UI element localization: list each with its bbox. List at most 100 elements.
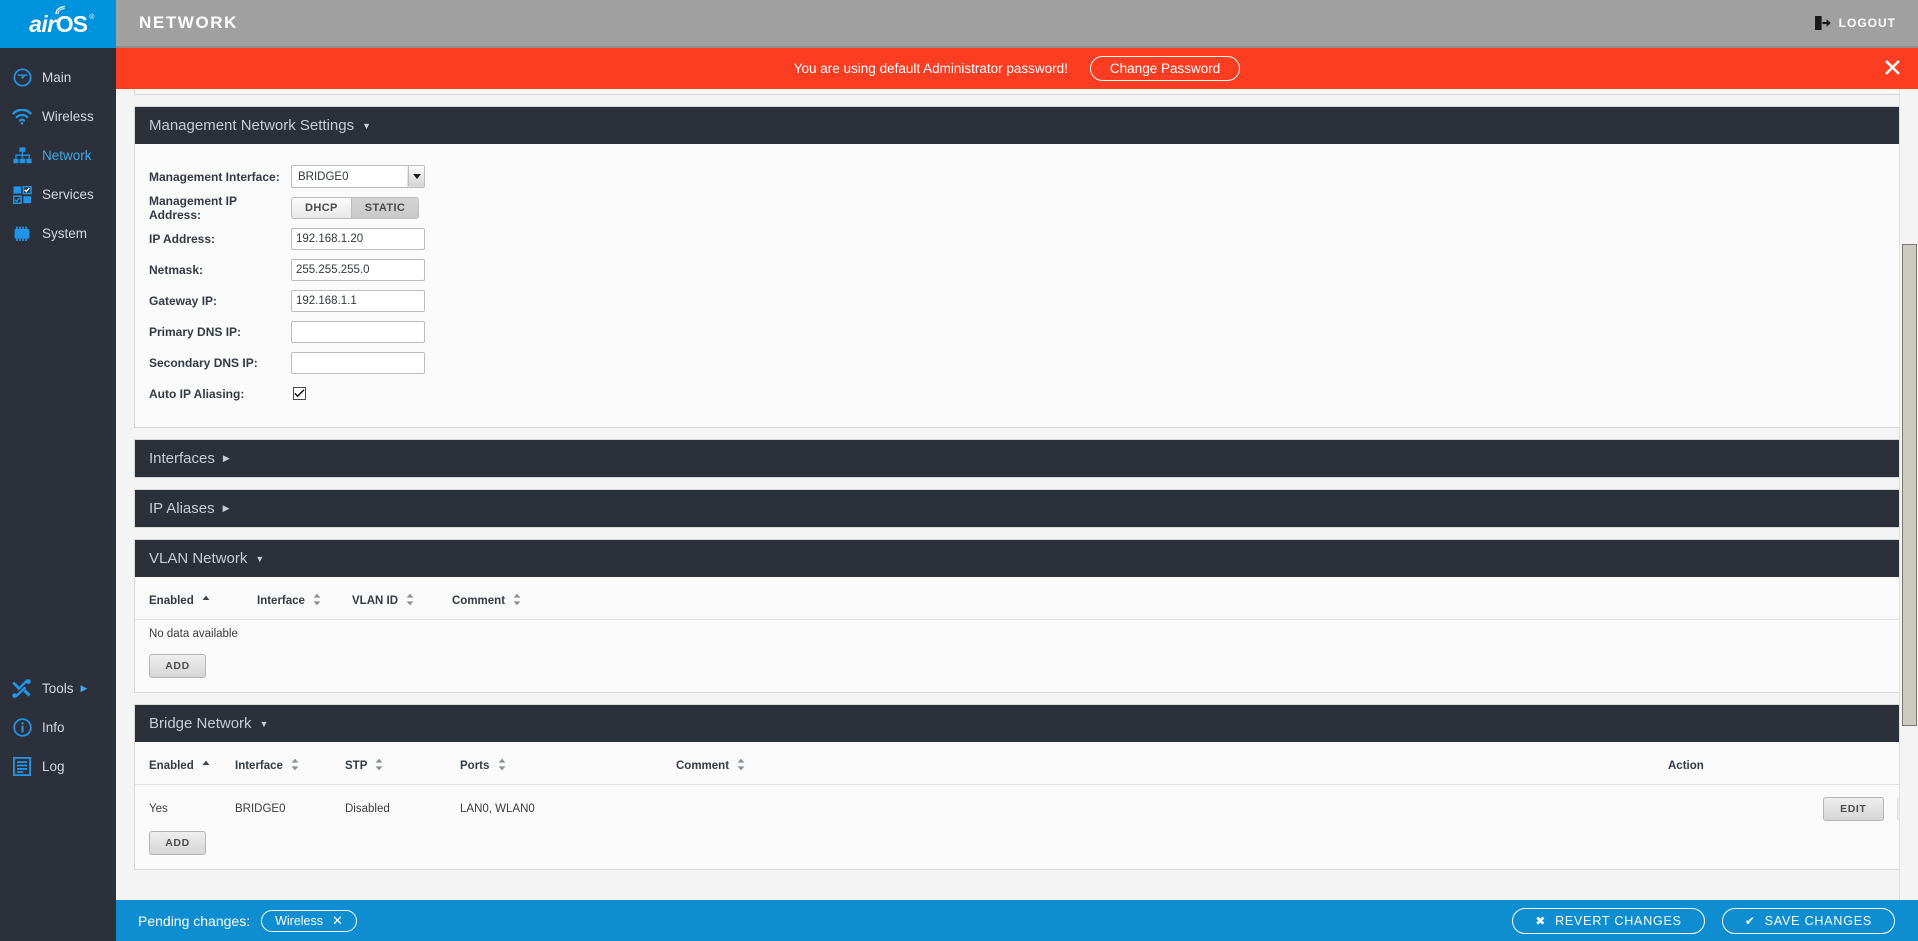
auto-ip-aliasing-checkbox[interactable] bbox=[293, 387, 306, 400]
chevron-down-icon: ▼ bbox=[362, 120, 372, 131]
column-label: Enabled bbox=[149, 760, 194, 773]
field-row-auto-ip-aliasing: Auto IP Aliasing: bbox=[135, 378, 1918, 409]
tools-icon bbox=[11, 678, 33, 700]
column-label: VLAN ID bbox=[352, 595, 398, 608]
sort-icon bbox=[406, 593, 414, 609]
bottom-actions: ✖ REVERT CHANGES ✔ SAVE CHANGES bbox=[1495, 907, 1895, 934]
bridge-add-button[interactable]: ADD bbox=[149, 831, 206, 855]
field-row-primary-dns: Primary DNS IP: bbox=[135, 316, 1918, 347]
gateway-ip-input[interactable] bbox=[291, 289, 425, 312]
cell-enabled: Yes bbox=[149, 803, 168, 815]
field-row-management-ip-address-mode: Management IP Address: DHCP STATIC bbox=[135, 192, 1918, 223]
label-netmask: Netmask: bbox=[149, 262, 204, 277]
panel-title: Management Network Settings bbox=[149, 117, 355, 134]
column-header-ports[interactable]: Ports bbox=[460, 754, 676, 785]
sidebar-item-services[interactable]: Services bbox=[0, 175, 116, 214]
panel-header-ip-aliases[interactable]: IP Aliases ▶ bbox=[135, 490, 1918, 527]
revert-changes-button[interactable]: ✖ REVERT CHANGES bbox=[1512, 907, 1705, 934]
panel-header-vlan-network[interactable]: VLAN Network ▼ bbox=[135, 540, 1918, 577]
static-toggle-button[interactable]: STATIC bbox=[351, 196, 420, 219]
column-label: Interface bbox=[257, 595, 305, 608]
column-label: Ports bbox=[460, 760, 490, 773]
panel-vlan-network: VLAN Network ▼ Enabled Interface VLAN ID… bbox=[134, 539, 1918, 693]
top-bar: NETWORK LOGOUT bbox=[116, 0, 1918, 48]
ip-mode-toggle-group: DHCP STATIC bbox=[291, 196, 420, 219]
column-header-stp[interactable]: STP bbox=[345, 754, 460, 785]
sort-icon bbox=[498, 758, 506, 774]
vlan-add-button[interactable]: ADD bbox=[149, 654, 206, 678]
content-area: Management Network Settings ▼ Management… bbox=[116, 89, 1918, 914]
management-interface-select-wrap: BRIDGE0 bbox=[291, 165, 425, 188]
sidebar-item-network[interactable]: Network bbox=[0, 136, 116, 175]
change-password-button[interactable]: Change Password bbox=[1089, 56, 1241, 81]
column-header-interface[interactable]: Interface bbox=[235, 754, 345, 785]
logout-button[interactable]: LOGOUT bbox=[1814, 16, 1896, 30]
column-header-vlan-id[interactable]: VLAN ID bbox=[352, 589, 452, 620]
panel-above-partial bbox=[134, 89, 1918, 95]
column-header-enabled[interactable]: Enabled bbox=[135, 754, 235, 785]
field-row-netmask: Netmask: bbox=[135, 254, 1918, 285]
sort-icon bbox=[737, 758, 745, 774]
close-icon[interactable]: ✕ bbox=[1882, 56, 1903, 81]
column-label: Comment bbox=[676, 760, 730, 773]
panel-header-interfaces[interactable]: Interfaces ▶ bbox=[135, 440, 1918, 477]
secondary-dns-ip-input[interactable] bbox=[291, 351, 425, 374]
scrollbar-thumb[interactable] bbox=[1902, 244, 1917, 726]
panel-title: VLAN Network bbox=[149, 550, 248, 567]
pending-changes-label: Pending changes: bbox=[138, 912, 251, 929]
close-icon[interactable]: ✕ bbox=[332, 914, 343, 927]
chevron-down-icon: ▼ bbox=[255, 553, 265, 564]
pending-chip-wireless[interactable]: Wireless ✕ bbox=[261, 909, 357, 932]
dhcp-toggle-button[interactable]: DHCP bbox=[291, 196, 352, 219]
label-management-ip-address: Management IP Address: bbox=[149, 193, 237, 222]
sidebar-item-info[interactable]: Info bbox=[0, 708, 116, 747]
table-header-row: Enabled Interface STP Ports Comment Acti… bbox=[135, 754, 1918, 785]
column-header-comment[interactable]: Comment bbox=[676, 754, 1652, 785]
sidebar-item-label: Wireless bbox=[42, 109, 94, 124]
sidebar-item-log[interactable]: Log bbox=[0, 747, 116, 786]
chevron-right-icon: ▶ bbox=[222, 453, 230, 463]
field-row-management-interface: Management Interface: BRIDGE0 bbox=[135, 161, 1918, 192]
sidebar-item-wireless[interactable]: Wireless bbox=[0, 97, 116, 136]
password-warning-banner: You are using default Administrator pass… bbox=[116, 48, 1918, 89]
bridge-add-wrap: ADD bbox=[135, 827, 1918, 855]
column-header-comment[interactable]: Comment bbox=[452, 589, 1892, 620]
panel-header-bridge-network[interactable]: Bridge Network ▼ bbox=[135, 705, 1918, 742]
column-label: Interface bbox=[235, 760, 283, 773]
sort-icon bbox=[375, 758, 383, 774]
panel-body-management: Management Interface: BRIDGE0 Management… bbox=[135, 144, 1918, 427]
column-header-interface[interactable]: Interface bbox=[257, 589, 352, 620]
sort-asc-icon bbox=[202, 595, 210, 607]
vlan-empty-message: No data available bbox=[149, 628, 238, 640]
vertical-scrollbar[interactable] bbox=[1899, 89, 1918, 914]
netmask-input[interactable] bbox=[291, 258, 425, 281]
column-label: Action bbox=[1668, 760, 1704, 772]
chevron-right-icon: ▶ bbox=[222, 503, 230, 513]
sidebar-item-main[interactable]: Main bbox=[0, 58, 116, 97]
panel-ip-aliases: IP Aliases ▶ bbox=[134, 489, 1918, 528]
sidebar-item-label: Log bbox=[42, 759, 65, 774]
column-label: STP bbox=[345, 760, 368, 773]
table-header-row: Enabled Interface VLAN ID Comment bbox=[135, 589, 1918, 620]
banner-message: You are using default Administrator pass… bbox=[793, 61, 1068, 76]
sidebar-item-tools[interactable]: Tools ▶ bbox=[0, 669, 116, 708]
panel-title: Bridge Network bbox=[149, 715, 252, 732]
panel-header-management[interactable]: Management Network Settings ▼ bbox=[135, 107, 1918, 144]
cell-interface: BRIDGE0 bbox=[235, 803, 286, 815]
wifi-icon bbox=[11, 106, 33, 128]
logout-label: LOGOUT bbox=[1838, 16, 1896, 30]
sort-asc-icon bbox=[202, 760, 210, 772]
sidebar-item-system[interactable]: System bbox=[0, 214, 116, 253]
edit-button[interactable]: EDIT bbox=[1822, 797, 1884, 821]
save-changes-button[interactable]: ✔ SAVE CHANGES bbox=[1721, 907, 1895, 934]
chevron-down-icon: ▼ bbox=[259, 718, 269, 729]
primary-dns-ip-input[interactable] bbox=[291, 320, 425, 343]
chip-label: Wireless bbox=[275, 913, 324, 928]
ip-address-input[interactable] bbox=[291, 227, 425, 250]
field-row-secondary-dns: Secondary DNS IP: bbox=[135, 347, 1918, 378]
wifi-signal-icon bbox=[55, 5, 66, 14]
column-header-enabled[interactable]: Enabled bbox=[135, 589, 257, 620]
airos-logo[interactable]: airOS ® bbox=[0, 0, 116, 48]
sort-icon bbox=[291, 758, 299, 774]
management-interface-select[interactable]: BRIDGE0 bbox=[291, 165, 425, 188]
